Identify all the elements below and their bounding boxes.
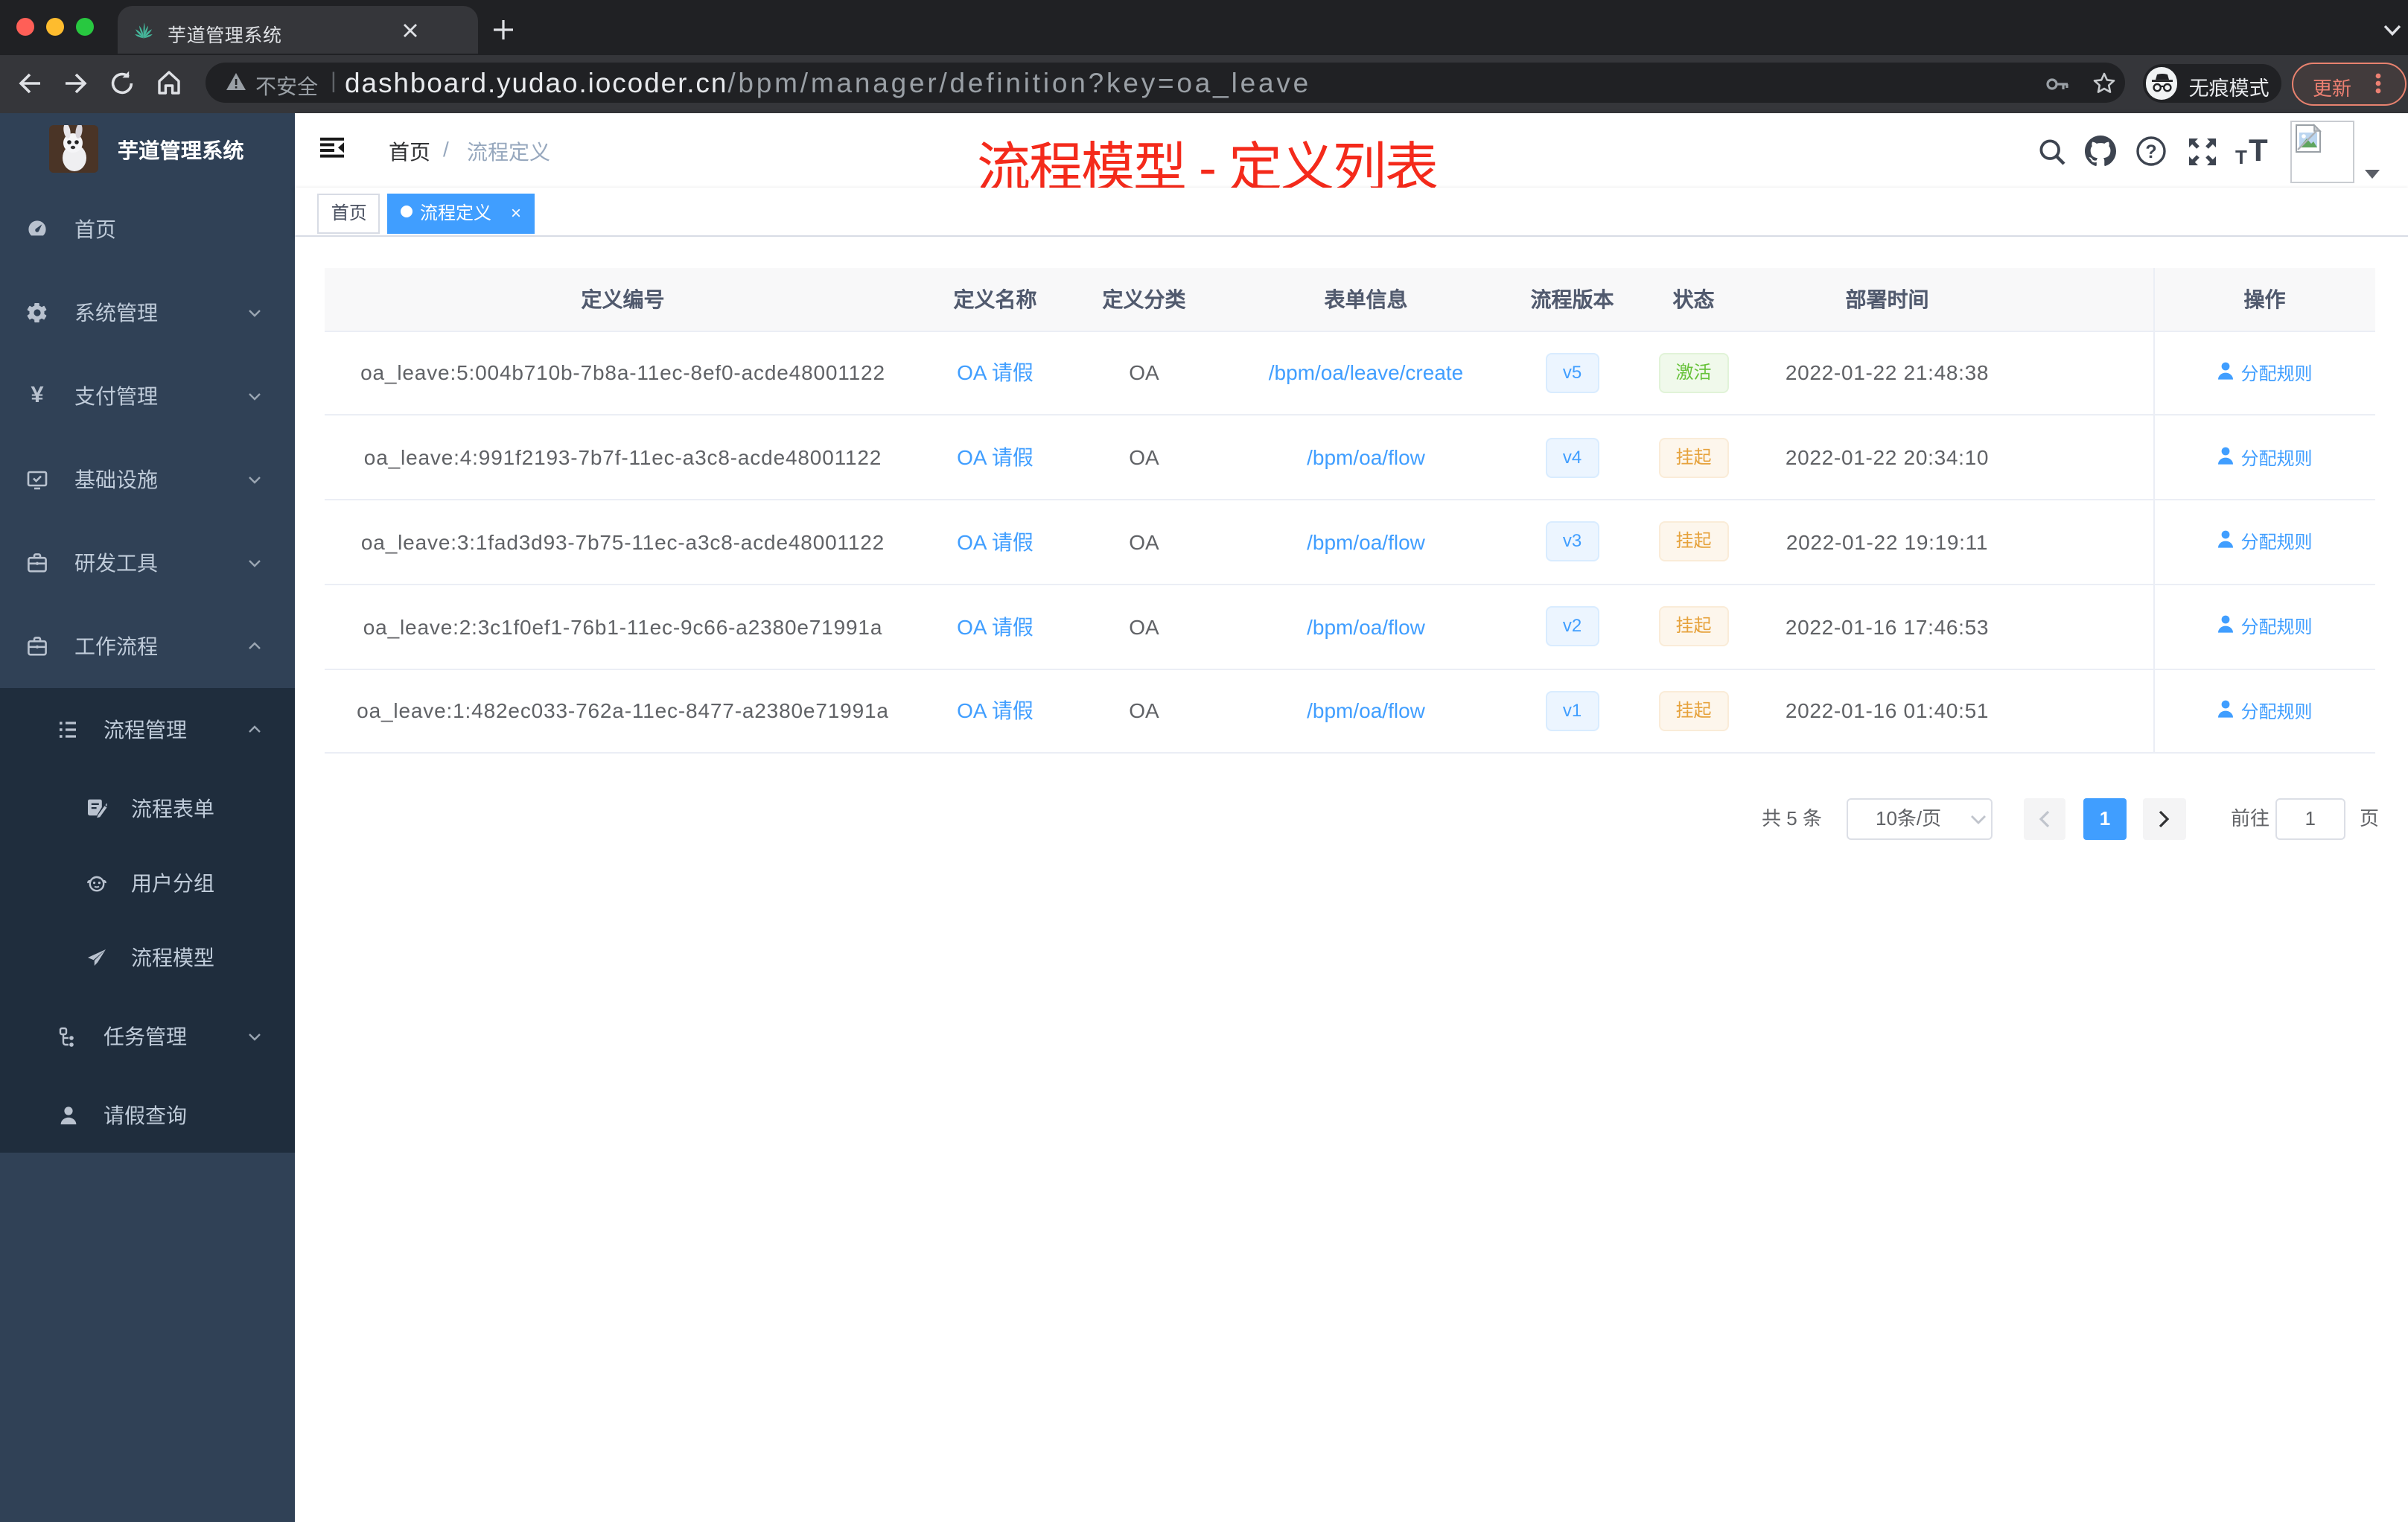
svg-text:?: ? xyxy=(2145,141,2156,162)
